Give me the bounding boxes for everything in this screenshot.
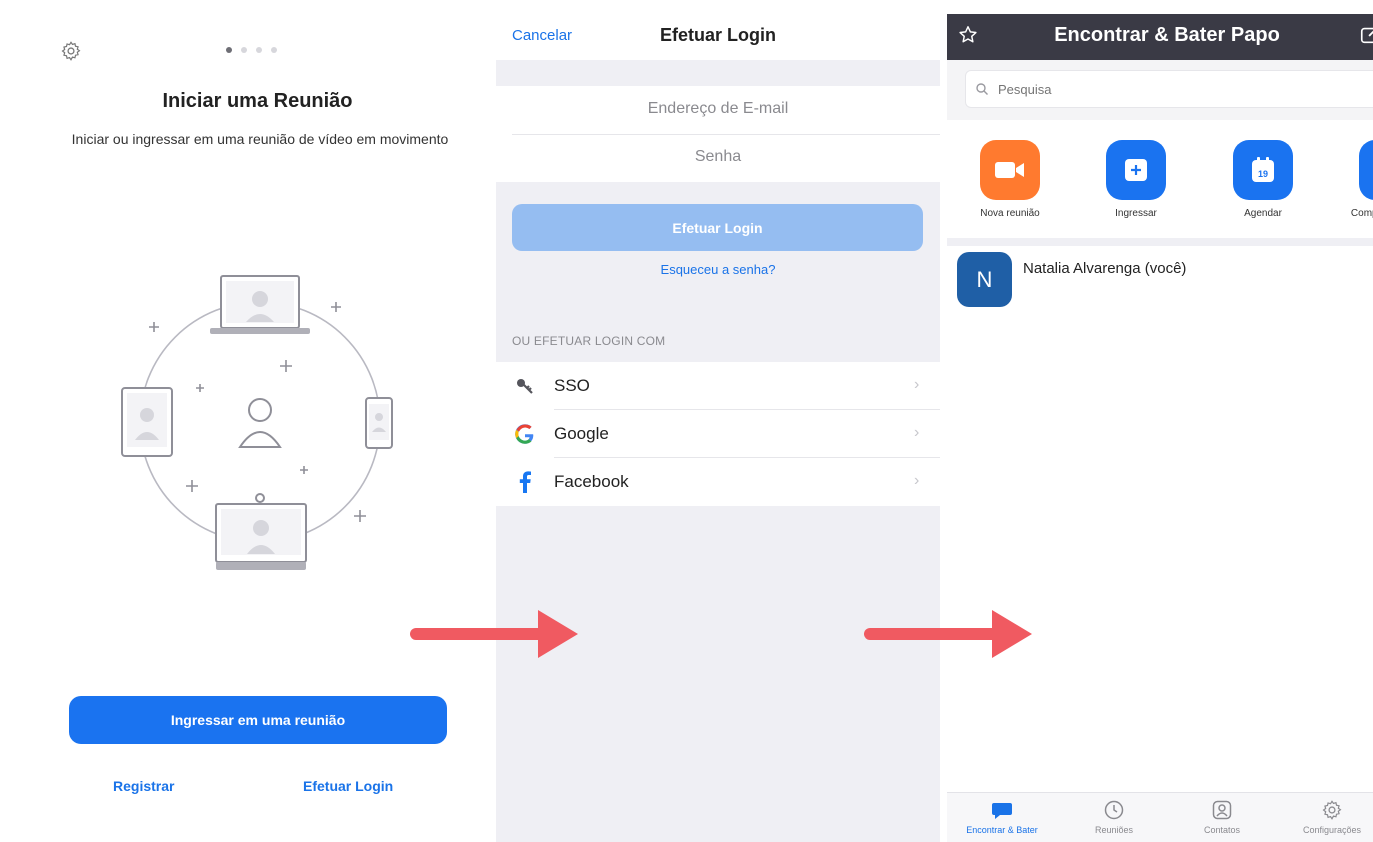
meeting-devices-illustration bbox=[121, 275, 393, 570]
avatar: N bbox=[957, 252, 1012, 307]
provider-label: SSO bbox=[554, 376, 590, 395]
chevron-right-icon: › bbox=[914, 472, 920, 489]
action-label: Compartilhar tela bbox=[1350, 208, 1373, 219]
action-label: Nova reunião bbox=[980, 208, 1040, 219]
or-login-with-label: OU EFETUAR LOGIN COM bbox=[512, 334, 666, 348]
facebook-icon bbox=[514, 470, 536, 494]
tab-meet-chat[interactable]: Encontrar & Bater bbox=[947, 799, 1057, 835]
provider-facebook-row[interactable]: Facebook › bbox=[496, 458, 940, 506]
tab-settings[interactable]: Configurações bbox=[1277, 799, 1373, 835]
tab-contacts[interactable]: Contatos bbox=[1167, 799, 1277, 835]
field-divider bbox=[512, 134, 940, 135]
login-screen: Cancelar Efetuar Login Endereço de E-mai… bbox=[496, 0, 940, 842]
home-title: Encontrar & Bater Papo bbox=[1054, 24, 1280, 46]
compose-icon[interactable] bbox=[1359, 24, 1373, 46]
tab-label: Reuniões bbox=[1094, 825, 1134, 835]
tab-label: Configurações bbox=[1302, 825, 1362, 835]
page-title: Iniciar uma Reunião bbox=[162, 90, 353, 112]
share-screen-icon bbox=[1359, 140, 1373, 200]
new-meeting-action[interactable]: Nova reunião bbox=[960, 140, 1060, 219]
plus-square-icon bbox=[1106, 140, 1166, 200]
tab-label: Contatos bbox=[1203, 825, 1241, 835]
calendar-day: 19 bbox=[1258, 169, 1268, 179]
quick-actions: Nova reunião Ingressar 19 Agendar Com bbox=[947, 120, 1373, 238]
share-screen-action[interactable]: Compartilhar tela bbox=[1339, 140, 1373, 219]
page-dot bbox=[241, 47, 247, 53]
page-dot bbox=[256, 47, 262, 53]
login-title: Efetuar Login bbox=[660, 25, 776, 45]
login-navbar: Cancelar Efetuar Login bbox=[496, 0, 940, 60]
bottom-tab-bar: Encontrar & Bater Reuniões Contatos Conf… bbox=[947, 792, 1373, 842]
email-field[interactable]: Endereço de E-mail bbox=[496, 100, 940, 118]
key-icon bbox=[514, 374, 536, 398]
gear-icon bbox=[1322, 800, 1342, 820]
page-subtitle: Iniciar ou ingressar em uma reunião de v… bbox=[71, 131, 449, 147]
home-screen: Encontrar & Bater Papo Nova reunião bbox=[947, 14, 1373, 842]
chat-bubble-icon bbox=[992, 803, 1012, 819]
tab-meetings[interactable]: Reuniões bbox=[1059, 799, 1169, 835]
gear-icon[interactable] bbox=[60, 40, 82, 62]
page-dot-active bbox=[226, 47, 232, 53]
clock-icon bbox=[1104, 800, 1124, 820]
video-camera-icon bbox=[980, 140, 1040, 200]
search-icon bbox=[976, 83, 988, 95]
start-screen: Iniciar uma Reunião Iniciar ou ingressar… bbox=[0, 0, 500, 842]
section-divider bbox=[947, 238, 1373, 246]
contact-name: Natalia Alvarenga (você) bbox=[1023, 260, 1187, 277]
chevron-right-icon: › bbox=[914, 376, 920, 393]
login-form: Endereço de E-mail Senha bbox=[496, 86, 940, 182]
page-indicator bbox=[226, 47, 277, 53]
google-icon bbox=[514, 422, 536, 446]
provider-google-row[interactable]: Google › bbox=[496, 410, 940, 458]
provider-sso-row[interactable]: SSO › bbox=[496, 362, 940, 410]
join-meeting-button[interactable]: Ingressar em uma reunião bbox=[69, 696, 447, 744]
register-link[interactable]: Registrar bbox=[113, 778, 174, 794]
schedule-action[interactable]: 19 Agendar bbox=[1213, 140, 1313, 219]
action-label: Agendar bbox=[1244, 208, 1282, 219]
contact-row[interactable]: N Natalia Alvarenga (você) bbox=[947, 246, 1373, 310]
contacts-icon bbox=[1212, 800, 1232, 820]
provider-label: Facebook bbox=[554, 472, 629, 491]
search-input[interactable] bbox=[965, 70, 1373, 108]
home-header: Encontrar & Bater Papo bbox=[947, 14, 1373, 60]
search-bar bbox=[947, 60, 1373, 120]
password-field[interactable]: Senha bbox=[496, 148, 940, 166]
page-dot bbox=[271, 47, 277, 53]
chevron-right-icon: › bbox=[914, 424, 920, 441]
login-button[interactable]: Efetuar Login bbox=[512, 204, 923, 251]
login-link[interactable]: Efetuar Login bbox=[303, 778, 393, 794]
action-label: Ingressar bbox=[1115, 208, 1157, 219]
arrow-right-icon bbox=[864, 610, 1032, 658]
stage: Iniciar uma Reunião Iniciar ou ingressar… bbox=[0, 0, 1373, 842]
provider-label: Google bbox=[554, 424, 609, 443]
forgot-password-link[interactable]: Esqueceu a senha? bbox=[496, 262, 940, 277]
login-providers-list: SSO › Google › Facebook › bbox=[496, 362, 940, 506]
tab-label: Encontrar & Bater bbox=[966, 825, 1038, 835]
join-action[interactable]: Ingressar bbox=[1086, 140, 1186, 219]
arrow-right-icon bbox=[410, 610, 578, 658]
calendar-icon: 19 bbox=[1233, 140, 1293, 200]
